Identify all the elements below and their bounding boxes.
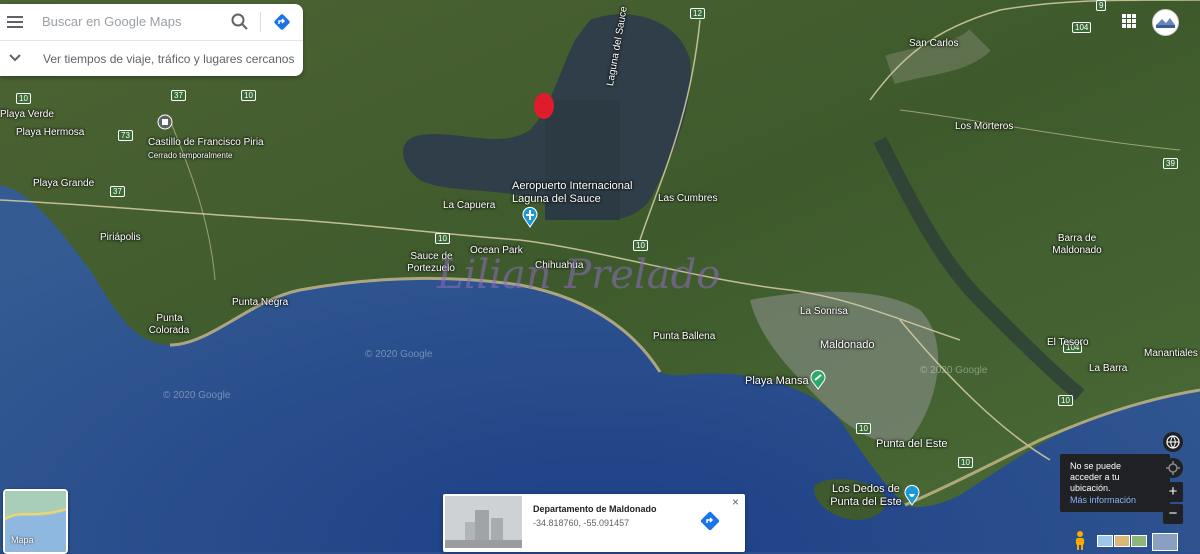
route-9-shield: 9 xyxy=(1096,0,1107,11)
route-37-shield: 37 xyxy=(171,90,186,101)
el-tesoro-label[interactable]: El Tesoro xyxy=(1047,337,1089,348)
route-10-shield-5: 10 xyxy=(856,423,871,434)
chevron-down-icon[interactable] xyxy=(8,53,22,63)
ferry-marker-icon[interactable] xyxy=(903,484,921,506)
place-title: Departamento de Maldonado xyxy=(533,504,657,514)
red-marker[interactable] xyxy=(534,93,554,119)
map-watermark-2: © 2020 Google xyxy=(163,390,231,401)
playa-grande-label[interactable]: Playa Grande xyxy=(33,178,94,189)
punta-colorada-label-1[interactable]: Punta xyxy=(152,313,187,324)
playa-verde-label[interactable]: Playa Verde xyxy=(0,109,54,120)
search-icon[interactable] xyxy=(230,12,250,32)
airport-label-line2[interactable]: Laguna del Sauce xyxy=(512,194,601,205)
maldonado-label[interactable]: Maldonado xyxy=(820,340,874,351)
airport-label-line1[interactable]: Aeropuerto Internacional xyxy=(512,181,632,192)
route-10-shield-4: 10 xyxy=(958,457,973,468)
airport-marker-icon[interactable] xyxy=(521,206,539,228)
place-thumbnail[interactable] xyxy=(445,496,522,548)
zoom-in-button[interactable]: + xyxy=(1163,482,1183,502)
search-panel: Buscar en Google Maps Ver tiempos de via… xyxy=(0,4,303,76)
account-avatar[interactable] xyxy=(1152,9,1179,36)
apps-grid-icon[interactable] xyxy=(1122,14,1136,28)
route-10-shield-7: 10 xyxy=(16,93,31,104)
search-divider xyxy=(260,12,261,32)
street-view-thumbnail[interactable] xyxy=(1152,533,1178,551)
barra-maldonado-label-2[interactable]: Maldonado xyxy=(1050,245,1104,256)
san-carlos-label[interactable]: San Carlos xyxy=(909,38,958,49)
menu-icon[interactable] xyxy=(7,16,23,28)
route-12-shield: 12 xyxy=(690,8,705,19)
castillo-piria-label[interactable]: Castillo de Francisco Piria xyxy=(148,137,264,148)
playa-mansa-label[interactable]: Playa Mansa xyxy=(745,376,809,387)
punta-ballena-label[interactable]: Punta Ballena xyxy=(653,331,715,342)
dedos-label-2[interactable]: Punta del Este xyxy=(826,497,906,508)
imagery-thumb-1[interactable] xyxy=(1097,535,1113,547)
my-location-icon[interactable] xyxy=(1163,458,1183,478)
route-73-shield: 73 xyxy=(118,130,133,141)
globe-icon[interactable] xyxy=(1163,432,1183,452)
las-cumbres-label[interactable]: Las Cumbres xyxy=(658,193,717,204)
location-error-text: No se puede acceder a tu ubicación. xyxy=(1070,461,1122,493)
punta-colorada-label-2[interactable]: Colorada xyxy=(145,325,193,336)
route-10-shield-2: 10 xyxy=(435,233,450,244)
punta-negra-label[interactable]: Punta Negra xyxy=(232,297,288,308)
piriapolis-label[interactable]: Piriápolis xyxy=(100,232,141,243)
route-104-shield: 104 xyxy=(1072,22,1092,33)
place-coordinates: -34.818760, -55.091457 xyxy=(533,518,630,528)
zoom-out-button[interactable]: − xyxy=(1163,504,1183,524)
map-watermark: © 2020 Google xyxy=(365,349,433,360)
map-watermark-3: © 2020 Google xyxy=(920,365,988,376)
directions-icon[interactable] xyxy=(272,12,292,32)
imagery-thumb-2[interactable] xyxy=(1114,535,1130,547)
route-39-shield: 39 xyxy=(1163,158,1178,169)
punta-del-este-label[interactable]: Punta del Este xyxy=(876,439,948,450)
place-card[interactable]: Departamento de Maldonado -34.818760, -5… xyxy=(443,494,745,552)
imagery-thumbnails[interactable] xyxy=(1097,535,1149,547)
location-error-popup: No se puede acceder a tu ubicación. Más … xyxy=(1060,454,1170,512)
layers-toggle[interactable]: Mapa xyxy=(3,489,68,554)
playa-hermosa-label[interactable]: Playa Hermosa xyxy=(16,127,84,138)
la-sonrisa-label[interactable]: La Sonrisa xyxy=(800,306,848,317)
layers-label: Mapa xyxy=(11,535,34,545)
dedos-label-1[interactable]: Los Dedos de xyxy=(828,484,904,495)
photo-watermark: Lilian Prelado xyxy=(437,252,721,298)
la-capuera-label[interactable]: La Capuera xyxy=(443,200,495,211)
pegman-icon[interactable] xyxy=(1073,530,1087,550)
route-10-shield-3: 10 xyxy=(1058,395,1073,406)
imagery-thumb-3[interactable] xyxy=(1131,535,1147,547)
la-barra-label[interactable]: La Barra xyxy=(1089,363,1127,374)
close-icon[interactable]: × xyxy=(732,496,739,508)
search-row: Buscar en Google Maps xyxy=(0,4,303,41)
more-info-link[interactable]: Más información xyxy=(1070,495,1136,505)
nearby-link[interactable]: Ver tiempos de viaje, tráfico y lugares … xyxy=(43,52,294,66)
route-37-shield-2: 37 xyxy=(110,186,125,197)
card-directions-icon[interactable] xyxy=(699,510,721,532)
route-10-shield: 10 xyxy=(241,90,256,101)
barra-maldonado-label-1[interactable]: Barra de xyxy=(1057,233,1097,244)
search-input[interactable]: Buscar en Google Maps xyxy=(42,14,181,29)
route-10-shield-6: 10 xyxy=(633,240,648,251)
castle-marker-icon[interactable] xyxy=(157,114,173,134)
manantiales-label[interactable]: Manantiales xyxy=(1144,348,1198,359)
los-morteros-label[interactable]: Los Morteros xyxy=(955,121,1013,132)
beach-marker-icon[interactable] xyxy=(810,370,826,390)
castillo-piria-status: Cerrado temporalmente xyxy=(148,151,233,160)
